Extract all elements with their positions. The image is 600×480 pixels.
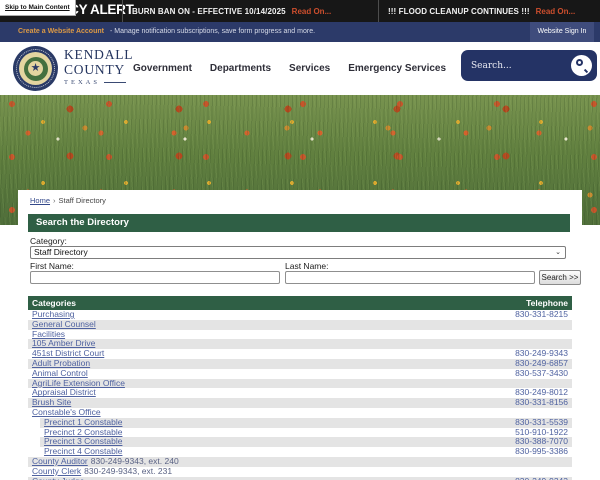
- alert-message-text: BURN BAN ON - EFFECTIVE 10/14/2025: [132, 6, 286, 16]
- telephone-value: 830-537-3430: [515, 367, 568, 378]
- first-name-input[interactable]: [30, 271, 280, 284]
- alert-message-flood: !!! FLOOD CLEANUP CONTINUES !!! Read On.…: [378, 0, 575, 22]
- table-row: AgriLife Extension Office: [28, 378, 572, 389]
- first-name-label: First Name:: [30, 261, 74, 271]
- nav-government[interactable]: Government: [133, 63, 192, 74]
- wordmark-line1: KENDALL: [64, 47, 134, 62]
- category-selected-value: Staff Directory: [34, 247, 88, 257]
- table-row: Facilities: [28, 329, 572, 340]
- breadcrumb-home-link[interactable]: Home: [30, 196, 50, 205]
- content-panel: Home › Staff Directory Search the Director…: [18, 190, 582, 480]
- category-link[interactable]: Precinct 4 Constable: [44, 446, 122, 456]
- read-on-link[interactable]: Read On...: [536, 7, 576, 16]
- search-icon: [576, 59, 583, 66]
- category-link[interactable]: Animal Control: [32, 368, 88, 378]
- inline-phone: 830-249-9343, ext. 231: [84, 465, 173, 476]
- telephone-value: 830-249-9343: [515, 476, 568, 480]
- categories-column-header: Categories: [32, 298, 76, 308]
- site-header: ★ KENDALL COUNTY TEXAS Government Depart…: [0, 42, 600, 95]
- table-row: 105 Amber Drive: [28, 338, 572, 350]
- county-wordmark: KENDALL COUNTY TEXAS: [64, 47, 133, 86]
- breadcrumb-separator: ›: [53, 196, 56, 205]
- category-link[interactable]: Precinct 3 Constable: [44, 436, 122, 446]
- last-name-label: Last Name:: [285, 261, 329, 271]
- directory-table-header: Categories Telephone: [28, 296, 572, 310]
- category-link[interactable]: Constable's Office: [32, 407, 101, 417]
- last-name-input[interactable]: [285, 271, 535, 284]
- telephone-column-header: Telephone: [526, 298, 568, 308]
- emergency-alert-bar: EMERGENCY ALERT BURN BAN ON - EFFECTIVE …: [0, 0, 600, 22]
- table-row: Purchasing 830-331-8215: [28, 309, 572, 320]
- create-account-link[interactable]: Create a Website Account: [18, 28, 104, 35]
- directory-table-body: Purchasing 830-331-8215 General Counsel Fac…: [28, 309, 572, 480]
- category-link[interactable]: General Counsel: [32, 319, 96, 329]
- website-sign-in-button[interactable]: Website Sign In: [530, 22, 594, 42]
- category-link[interactable]: County Judge: [32, 476, 84, 480]
- nav-services[interactable]: Services: [289, 63, 330, 74]
- nav-departments[interactable]: Departments: [210, 63, 271, 74]
- read-on-link[interactable]: Read On...: [292, 7, 332, 16]
- search-directory-title: Search the Directory: [28, 214, 570, 232]
- category-link[interactable]: Adult Probation: [32, 358, 90, 368]
- account-bar: Create a Website Account - Manage notifi…: [0, 22, 600, 42]
- wordmark-dash: [103, 82, 126, 83]
- breadcrumb-current: Staff Directory: [58, 196, 106, 205]
- wordmark-line2: COUNTY: [64, 62, 126, 77]
- table-row: County Clerk 830-249-9343, ext. 231: [28, 465, 572, 477]
- star-icon: ★: [28, 61, 43, 76]
- account-description: - Manage notification subscriptions, sav…: [110, 28, 316, 35]
- directory-search-button[interactable]: Search >>: [539, 270, 581, 285]
- site-search: [461, 50, 597, 81]
- chevron-down-icon: ⌄: [555, 249, 561, 256]
- category-link[interactable]: 451st District Court: [32, 348, 104, 358]
- breadcrumb: Home › Staff Directory: [30, 196, 106, 205]
- category-link[interactable]: Precinct 2 Constable: [44, 427, 122, 437]
- table-row: Adult Probation 830-249-6857: [28, 358, 572, 369]
- county-seal-logo: ★: [13, 46, 58, 91]
- category-link[interactable]: County Clerk: [32, 466, 81, 476]
- category-link[interactable]: 105 Amber Drive: [32, 338, 95, 348]
- alert-message-text: !!! FLOOD CLEANUP CONTINUES !!!: [388, 6, 530, 16]
- category-select[interactable]: Staff Directory ⌄: [30, 246, 566, 259]
- category-link[interactable]: AgriLife Extension Office: [32, 378, 125, 388]
- search-input[interactable]: [461, 60, 571, 71]
- search-submit-button[interactable]: [571, 55, 592, 76]
- skip-to-main-content-link[interactable]: Skip to Main Content: [0, 0, 76, 16]
- table-row: Brush Site 830-331-8156: [28, 397, 572, 408]
- category-label: Category:: [30, 236, 67, 246]
- main-navigation: Government Departments Services Emergenc…: [133, 42, 515, 95]
- nav-emergency-services[interactable]: Emergency Services: [348, 63, 446, 74]
- table-row: County Judge 830-249-9343: [28, 476, 572, 480]
- table-row: General Counsel: [28, 319, 572, 330]
- wordmark-line3: TEXAS: [64, 79, 100, 86]
- telephone-value: 830-331-8215: [515, 309, 568, 319]
- telephone-value: 830-331-8156: [515, 397, 568, 408]
- inline-phone: 830-249-9343, ext. 240: [90, 455, 179, 466]
- category-link[interactable]: Appraisal District: [32, 387, 96, 397]
- category-link[interactable]: Purchasing: [32, 309, 75, 319]
- category-link[interactable]: Brush Site: [32, 397, 71, 407]
- table-row: 451st District Court 830-249-9343: [28, 348, 572, 359]
- alert-message-burn-ban: BURN BAN ON - EFFECTIVE 10/14/2025 Read …: [122, 0, 331, 22]
- category-link[interactable]: County Auditor: [32, 456, 88, 466]
- category-link[interactable]: Facilities: [32, 329, 65, 339]
- table-row: Appraisal District 830-249-8012: [28, 387, 572, 398]
- telephone-value: 830-995-3386: [515, 446, 568, 457]
- category-link[interactable]: Precinct 1 Constable: [44, 417, 122, 427]
